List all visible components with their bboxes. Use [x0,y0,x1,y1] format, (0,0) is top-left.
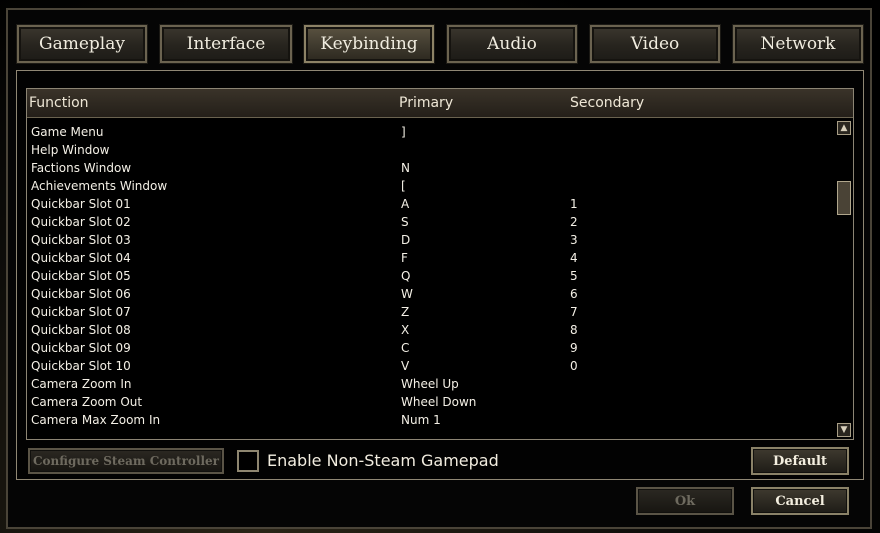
tab-network[interactable]: Network [732,24,864,64]
column-header-secondary: Secondary [570,95,645,111]
cell-primary: N [401,161,410,175]
table-row[interactable]: Camera Zoom In Wheel Up [27,375,833,393]
table-row[interactable]: Quickbar Slot 03 D 3 [27,231,833,249]
cell-function: Camera Max Zoom In [31,413,161,427]
cell-function: Quickbar Slot 03 [31,233,131,247]
cell-primary: A [401,197,410,211]
table-row[interactable]: Quickbar Slot 09 C 9 [27,339,833,357]
ok-button[interactable]: Ok [636,487,734,515]
cell-function: Quickbar Slot 01 [31,197,131,211]
tab-interface[interactable]: Interface [159,24,293,64]
table-row[interactable]: Factions Window N [27,159,833,177]
cell-function: Quickbar Slot 05 [31,269,131,283]
tab-gameplay[interactable]: Gameplay [16,24,148,64]
cell-primary: V [401,359,410,373]
cell-secondary: 7 [570,305,578,319]
table-row[interactable]: Camera Max Zoom In Num 1 [27,411,833,429]
cell-secondary: 5 [570,269,578,283]
cell-secondary: 6 [570,287,578,301]
cell-primary: Z [401,305,410,319]
cell-function: Achievements Window [31,179,168,193]
scroll-down-icon[interactable]: ▼ [837,423,851,437]
cell-function: Camera Zoom In [31,377,132,391]
enable-gamepad-checkbox[interactable] [237,450,259,472]
cell-primary: Wheel Up [401,377,459,391]
cell-function: Quickbar Slot 09 [31,341,131,355]
cell-primary: ] [401,125,406,139]
cell-function: Quickbar Slot 06 [31,287,131,301]
table-row[interactable]: Quickbar Slot 04 F 4 [27,249,833,267]
tab-keybinding[interactable]: Keybinding [303,24,435,64]
table-row[interactable]: Quickbar Slot 07 Z 7 [27,303,833,321]
cell-secondary: 1 [570,197,578,211]
cell-primary: Num 1 [401,413,441,427]
table-row[interactable]: Quickbar Slot 06 W 6 [27,285,833,303]
cell-function: Game Menu [31,125,104,139]
cell-function: Quickbar Slot 02 [31,215,131,229]
cell-secondary: 2 [570,215,578,229]
cell-primary: W [401,287,413,301]
cell-primary: Wheel Down [401,395,477,409]
tab-audio[interactable]: Audio [446,24,578,64]
table-row[interactable]: Quickbar Slot 01 A 1 [27,195,833,213]
cell-function: Factions Window [31,161,132,175]
cell-function: Quickbar Slot 10 [31,359,131,373]
table-row[interactable]: Achievements Window [ [27,177,833,195]
table-row[interactable]: Camera Zoom Out Wheel Down [27,393,833,411]
cell-primary: S [401,215,409,229]
cell-primary: F [401,251,408,265]
cell-primary: Q [401,269,411,283]
cell-secondary: 3 [570,233,578,247]
keybinding-table-header: Function Primary Secondary [27,89,853,118]
cell-function: Help Window [31,143,110,157]
scrollbar-track[interactable] [836,119,852,438]
default-button[interactable]: Default [751,447,849,475]
scrollbar-thumb[interactable] [837,181,851,215]
configure-steam-controller-button[interactable]: Configure Steam Controller [28,448,224,474]
tab-video[interactable]: Video [589,24,721,64]
table-row[interactable]: Game Menu] [27,123,833,141]
cell-secondary: 4 [570,251,578,265]
cell-secondary: 9 [570,341,578,355]
table-row[interactable]: Quickbar Slot 10 V 0 [27,357,833,375]
table-row[interactable]: Quickbar Slot 02 S 2 [27,213,833,231]
cell-secondary: 8 [570,323,578,337]
cell-function: Quickbar Slot 08 [31,323,131,337]
cell-primary: C [401,341,410,355]
cell-primary: X [401,323,410,337]
enable-gamepad-label: Enable Non-Steam Gamepad [267,451,499,470]
column-header-function: Function [29,95,89,111]
cell-function: Camera Zoom Out [31,395,143,409]
table-row[interactable]: Quickbar Slot 05 Q 5 [27,267,833,285]
table-row[interactable]: Help Window [27,141,833,159]
scroll-up-icon[interactable]: ▲ [837,121,851,135]
cell-function: Quickbar Slot 07 [31,305,131,319]
table-row[interactable]: Quickbar Slot 08 X 8 [27,321,833,339]
cancel-button[interactable]: Cancel [751,487,849,515]
column-header-primary: Primary [399,95,454,111]
cell-primary: [ [401,179,406,193]
cell-primary: D [401,233,411,247]
cell-function: Quickbar Slot 04 [31,251,131,265]
cell-secondary: 0 [570,359,578,373]
